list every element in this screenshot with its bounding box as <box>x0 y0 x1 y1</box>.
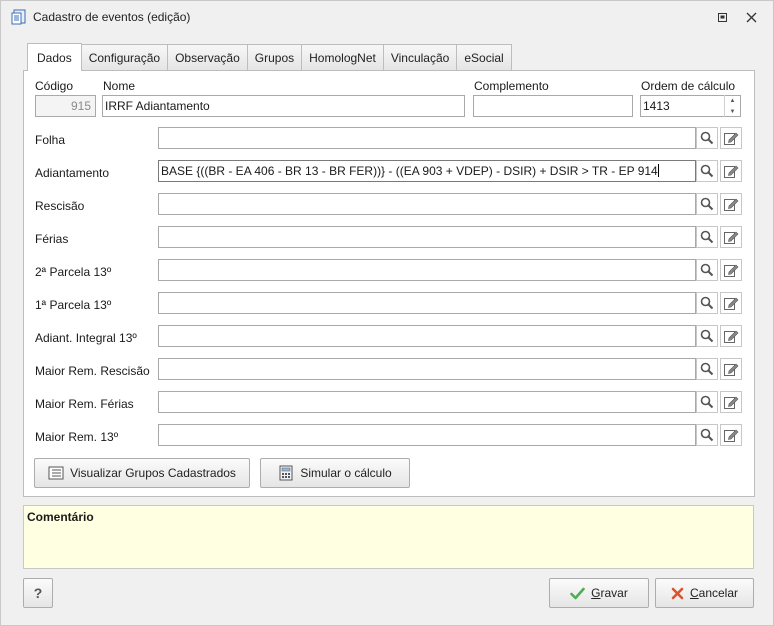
search-icon[interactable] <box>696 292 718 314</box>
gravar-label: Gravar <box>591 586 628 600</box>
search-icon[interactable] <box>696 160 718 182</box>
formula-label: 1ª Parcela 13º <box>35 298 112 312</box>
formula-label: 2ª Parcela 13º <box>35 265 112 279</box>
tab-vinculacao[interactable]: Vinculação <box>383 44 458 71</box>
cancelar-label: Cancelar <box>689 586 739 600</box>
stepper-down-icon[interactable]: ▼ <box>725 106 740 117</box>
comment-title: Comentário <box>27 510 94 524</box>
text-caret <box>657 164 659 177</box>
help-label: ? <box>33 585 43 601</box>
search-icon[interactable] <box>696 391 718 413</box>
codigo-field[interactable]: 915 <box>35 95 96 117</box>
dialog-window: Cadastro de eventos (edição) Dados Confi… <box>0 0 774 626</box>
title-bar: Cadastro de eventos (edição) <box>1 1 773 33</box>
visualizar-grupos-button[interactable]: Visualizar Grupos Cadastrados <box>34 458 250 488</box>
nome-field[interactable]: IRRF Adiantamento <box>102 95 465 117</box>
visualizar-grupos-label: Visualizar Grupos Cadastrados <box>70 466 236 480</box>
window-title: Cadastro de eventos (edição) <box>33 10 191 24</box>
search-icon[interactable] <box>696 259 718 281</box>
search-icon[interactable] <box>696 424 718 446</box>
formula-label: Rescisão <box>35 199 85 213</box>
ordem-stepper[interactable]: ▲ ▼ <box>724 95 740 117</box>
nome-label: Nome <box>103 79 136 93</box>
formula-field[interactable] <box>158 358 696 380</box>
tab-bar: Dados Configuração Observação Grupos Hom… <box>27 43 512 71</box>
formula-label: Folha <box>35 133 66 147</box>
formula-field[interactable]: BASE {((BR - EA 406 - BR 13 - BR FER))} … <box>158 160 696 182</box>
formula-label: Adiant. Integral 13º <box>35 331 137 345</box>
dados-panel: Código Nome Complemento Ordem de cálculo… <box>23 70 755 497</box>
edit-icon[interactable] <box>720 358 742 380</box>
search-icon[interactable] <box>696 127 718 149</box>
complemento-label: Complemento <box>474 79 549 93</box>
edit-icon[interactable] <box>720 391 742 413</box>
simular-calculo-button[interactable]: Simular o cálculo <box>260 458 410 488</box>
formula-field[interactable] <box>158 292 696 314</box>
search-icon[interactable] <box>696 358 718 380</box>
tab-grupos[interactable]: Grupos <box>247 44 303 71</box>
search-icon[interactable] <box>696 193 718 215</box>
check-icon <box>570 587 585 599</box>
search-icon[interactable] <box>696 325 718 347</box>
edit-icon[interactable] <box>720 259 742 281</box>
edit-icon[interactable] <box>720 226 742 248</box>
complemento-field[interactable] <box>473 95 633 117</box>
formula-label: Maior Rem. 13º <box>35 430 119 444</box>
simular-calculo-label: Simular o cálculo <box>300 466 392 480</box>
help-button[interactable]: ? <box>23 578 53 608</box>
formula-field[interactable] <box>158 127 696 149</box>
comment-area[interactable]: Comentário <box>23 505 754 569</box>
tab-dados[interactable]: Dados <box>27 43 82 71</box>
edit-icon[interactable] <box>720 193 742 215</box>
restore-icon[interactable] <box>713 8 731 26</box>
edit-icon[interactable] <box>720 160 742 182</box>
formula-field[interactable] <box>158 325 696 347</box>
ordem-value: 1413 <box>643 99 670 113</box>
x-icon <box>671 587 684 599</box>
calculator-icon <box>279 465 293 481</box>
edit-icon[interactable] <box>720 292 742 314</box>
list-icon <box>48 466 64 480</box>
tab-homolognet[interactable]: HomologNet <box>302 44 384 71</box>
tab-observacao[interactable]: Observação <box>168 44 248 71</box>
formula-label: Maior Rem. Rescisão <box>35 364 150 378</box>
formula-field[interactable] <box>158 193 696 215</box>
cancelar-button[interactable]: Cancelar <box>655 578 754 608</box>
tab-configuracao[interactable]: Configuração <box>81 44 169 71</box>
edit-icon[interactable] <box>720 424 742 446</box>
app-icon <box>11 9 27 25</box>
stepper-up-icon[interactable]: ▲ <box>725 95 740 106</box>
tab-esocial[interactable]: eSocial <box>457 44 512 71</box>
gravar-button[interactable]: Gravar <box>549 578 649 608</box>
close-icon[interactable] <box>742 8 760 26</box>
codigo-label: Código <box>35 79 74 93</box>
formula-label: Férias <box>35 232 69 246</box>
search-icon[interactable] <box>696 226 718 248</box>
edit-icon[interactable] <box>720 325 742 347</box>
ordem-label: Ordem de cálculo <box>641 79 736 93</box>
formula-field[interactable] <box>158 424 696 446</box>
formula-label: Maior Rem. Férias <box>35 397 134 411</box>
formula-field[interactable] <box>158 259 696 281</box>
edit-icon[interactable] <box>720 127 742 149</box>
formula-label: Adiantamento <box>35 166 110 180</box>
formula-field[interactable] <box>158 391 696 413</box>
formula-field[interactable] <box>158 226 696 248</box>
formula-value: BASE {((BR - EA 406 - BR 13 - BR FER))} … <box>161 164 658 178</box>
